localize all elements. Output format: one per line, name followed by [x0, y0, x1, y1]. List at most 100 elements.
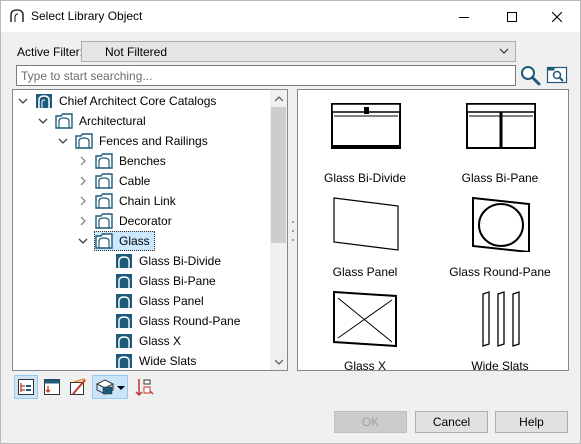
- tree-item[interactable]: Chain Link: [77, 191, 181, 211]
- chevron-down-icon[interactable]: [17, 95, 29, 107]
- chevron-down-icon: [499, 48, 509, 54]
- tree-item[interactable]: Fences and Railings: [57, 131, 213, 151]
- catalog-icon: [35, 93, 53, 109]
- tree-item-content[interactable]: Glass Round-Pane: [114, 311, 245, 331]
- maximize-button[interactable]: [489, 1, 535, 32]
- panel-splitter[interactable]: [291, 221, 295, 241]
- tree-item[interactable]: Glass Bi-Divide: [97, 251, 226, 271]
- preview-tile-label: Glass Bi-Divide: [323, 171, 407, 185]
- maximize-icon: [507, 11, 517, 22]
- folder-icon: [95, 193, 113, 209]
- tree-item[interactable]: Cable: [77, 171, 155, 191]
- tree-item-content[interactable]: Architectural: [54, 111, 151, 131]
- close-icon: [552, 11, 562, 22]
- show-tree-icon: [18, 379, 34, 395]
- tree-item-label: Glass: [119, 234, 150, 248]
- tree-scrollbar[interactable]: [270, 90, 287, 370]
- tree-item-label: Architectural: [79, 114, 146, 128]
- search-button[interactable]: [519, 64, 541, 86]
- tree-item-label: Glass Round-Pane: [139, 314, 241, 328]
- tree-item[interactable]: Glass: [77, 231, 155, 251]
- view-mode-dropdown[interactable]: [92, 375, 128, 399]
- close-button[interactable]: [534, 1, 580, 32]
- select-library-object-dialog: Select Library Object Active Filter: Not…: [0, 0, 581, 444]
- chevron-down-icon[interactable]: [37, 115, 49, 127]
- preview-tile-glass-bi-pane[interactable]: Glass Bi-Pane: [440, 100, 560, 192]
- preview-tile-glass-panel[interactable]: Glass Panel: [305, 194, 425, 286]
- help-button[interactable]: Help: [495, 411, 568, 433]
- chevron-right-icon[interactable]: [77, 155, 89, 167]
- wide-slats-icon: [482, 291, 520, 347]
- tree-item[interactable]: Glass Bi-Pane: [97, 271, 221, 291]
- show-folders-button[interactable]: [40, 375, 64, 399]
- tree-item-content[interactable]: Chain Link: [94, 191, 181, 211]
- title-bar: Select Library Object: [1, 1, 580, 32]
- active-filter-dropdown[interactable]: Not Filtered: [81, 41, 516, 62]
- preview-panel[interactable]: Glass Bi-Divide Glass Bi-Pane Glass Pane…: [297, 89, 569, 373]
- library-object-icon: [115, 273, 133, 289]
- preview-tile-glass-x[interactable]: Glass X: [305, 288, 425, 380]
- preview-tile-glass-bi-divide[interactable]: Glass Bi-Divide: [305, 100, 425, 192]
- show-preview-button[interactable]: [66, 375, 90, 399]
- glass-bi-divide-icon: [331, 103, 401, 149]
- cancel-button[interactable]: Cancel: [415, 411, 488, 433]
- tree-item-label: Decorator: [119, 214, 172, 228]
- chevron-right-icon[interactable]: [77, 175, 89, 187]
- tree-item[interactable]: Architectural: [37, 111, 151, 131]
- tree-item-label: Glass Bi-Pane: [139, 274, 216, 288]
- glass-bi-pane-icon: [466, 103, 536, 149]
- tree-item-content[interactable]: Cable: [94, 171, 155, 191]
- tree-item-content[interactable]: Decorator: [94, 211, 177, 231]
- tree-item-label: Chief Architect Core Catalogs: [59, 94, 217, 108]
- tree-item-content[interactable]: Glass: [94, 231, 155, 251]
- tree-item-label: Wide Slats: [139, 354, 197, 368]
- chevron-down-icon[interactable]: [57, 135, 69, 147]
- library-object-icon: [115, 353, 133, 369]
- tree-item-content[interactable]: Fences and Railings: [74, 131, 213, 151]
- scroll-down-arrow[interactable]: [270, 353, 287, 370]
- sort-button[interactable]: [132, 375, 156, 399]
- tree-item-content[interactable]: Glass Bi-Pane: [114, 271, 221, 291]
- chevron-down-icon[interactable]: [77, 235, 89, 247]
- tree-item[interactable]: Chief Architect Core Catalogs: [17, 91, 221, 111]
- tree-item-content[interactable]: Glass Panel: [114, 291, 209, 311]
- preview-tile-label: Glass Bi-Pane: [461, 171, 539, 185]
- tree-item[interactable]: Wide Slats: [97, 351, 201, 370]
- show-preview-icon: [70, 378, 87, 395]
- preview-tile-label: Glass Panel: [332, 265, 398, 279]
- library-object-icon: [115, 333, 133, 349]
- tree-item-label: Glass Panel: [139, 294, 204, 308]
- search-library-icon: [546, 66, 568, 84]
- tree-item-content[interactable]: Glass Bi-Divide: [114, 251, 226, 271]
- tree-item[interactable]: Benches: [77, 151, 171, 171]
- folder-icon: [95, 213, 113, 229]
- show-tree-button[interactable]: [14, 375, 38, 399]
- search-library-button[interactable]: [546, 64, 568, 86]
- scroll-thumb[interactable]: [271, 107, 286, 243]
- chevron-right-icon[interactable]: [77, 195, 89, 207]
- preview-tile-wide-slats[interactable]: Wide Slats: [440, 288, 560, 380]
- app-logo-icon: [10, 9, 24, 22]
- minimize-button[interactable]: [441, 1, 487, 32]
- tree-item-label: Glass X: [139, 334, 182, 348]
- tree-item-content[interactable]: Benches: [94, 151, 171, 171]
- tree-item-content[interactable]: Chief Architect Core Catalogs: [34, 91, 221, 111]
- library-object-icon: [115, 253, 133, 269]
- tree-item-content[interactable]: Wide Slats: [114, 351, 201, 370]
- search-input[interactable]: [16, 65, 516, 86]
- tree-item-label: Benches: [119, 154, 166, 168]
- tree-item[interactable]: Glass Panel: [97, 291, 209, 311]
- preview-tile-glass-round-pane[interactable]: Glass Round-Pane: [440, 194, 560, 286]
- library-tree[interactable]: Chief Architect Core Catalogs Architectur…: [12, 89, 288, 371]
- tree-item[interactable]: Glass Round-Pane: [97, 311, 245, 331]
- tree-item[interactable]: Decorator: [77, 211, 177, 231]
- tree-item[interactable]: Glass X: [97, 331, 186, 351]
- ok-button[interactable]: OK: [334, 411, 407, 433]
- scroll-up-arrow[interactable]: [270, 90, 287, 107]
- preview-tile-label: Glass Round-Pane: [449, 265, 551, 279]
- chevron-right-icon[interactable]: [77, 215, 89, 227]
- tree-item-content[interactable]: Glass X: [114, 331, 186, 351]
